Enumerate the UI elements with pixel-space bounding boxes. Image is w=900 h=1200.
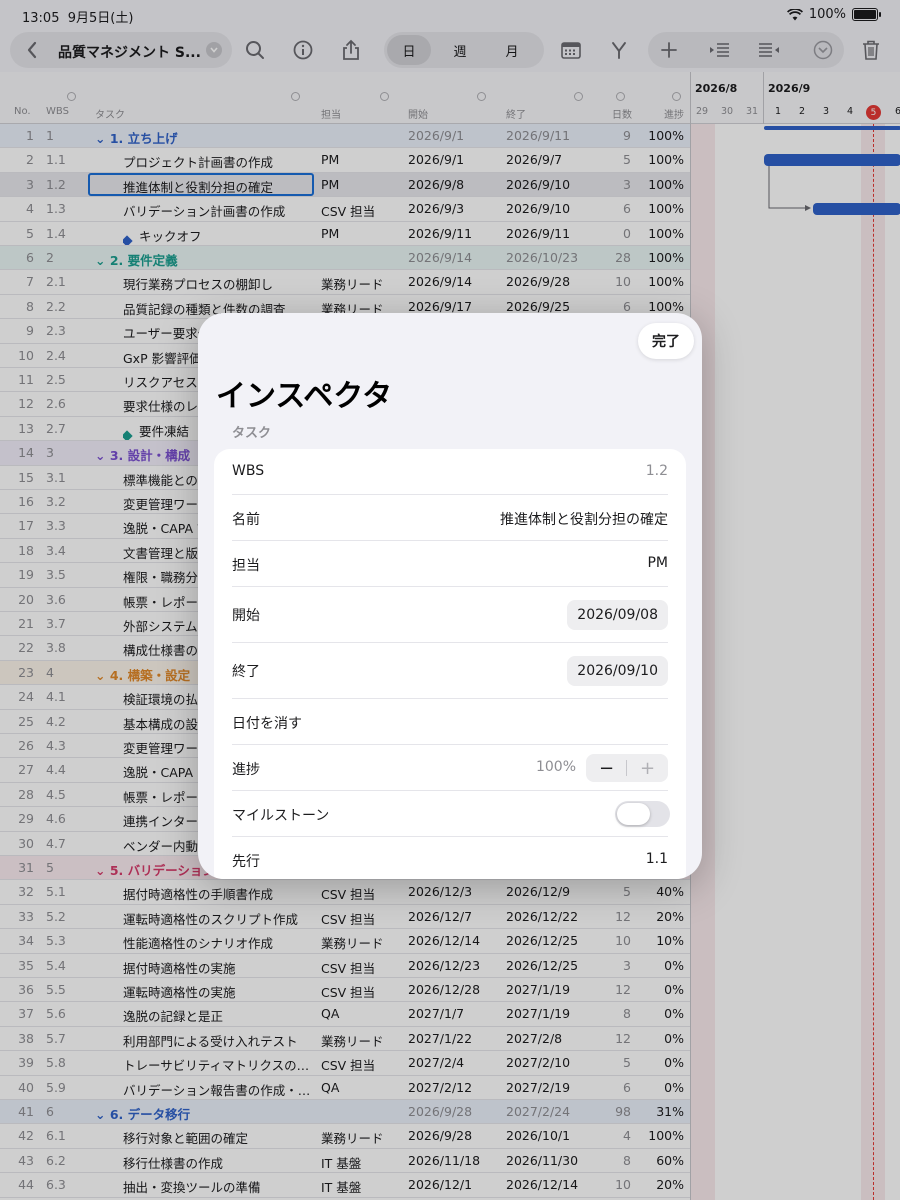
task-form: WBS 1.2 名前 推進体制と役割分担の確定 担当 PM 開始 2026/09…	[214, 449, 686, 879]
name-row: 名前 推進体制と役割分担の確定	[232, 495, 668, 541]
wbs-label: WBS	[232, 463, 265, 479]
wbs-value: 1.2	[645, 463, 668, 479]
start-label: 開始	[232, 608, 260, 624]
progress-label: 進捗	[232, 762, 260, 778]
increment-button[interactable]: +	[627, 754, 668, 782]
inspector-popover: 完了 インスペクタ タスク WBS 1.2 名前 推進体制と役割分担の確定 担当…	[198, 313, 702, 879]
start-date-picker[interactable]: 2026/09/08	[567, 600, 668, 630]
inspector-title: インスペクタ	[216, 379, 393, 414]
assignee-label: 担当	[232, 558, 260, 574]
name-field[interactable]: 推進体制と役割分担の確定	[500, 509, 668, 529]
milestone-toggle[interactable]	[615, 801, 670, 827]
end-label: 終了	[232, 664, 260, 680]
section-label: タスク	[232, 426, 272, 441]
predecessor-row: 先行 1.1	[232, 837, 668, 879]
end-row: 終了 2026/09/10	[232, 643, 668, 699]
name-label: 名前	[232, 512, 260, 528]
predecessor-label: 先行	[232, 854, 260, 870]
milestone-label: マイルストーン	[232, 808, 330, 824]
wbs-row: WBS 1.2	[232, 449, 668, 495]
assignee-row: 担当 PM	[232, 541, 668, 587]
clear-dates-row: 日付を消す	[232, 699, 668, 745]
progress-stepper: − +	[586, 754, 668, 782]
clear-dates-button[interactable]: 日付を消す	[232, 713, 302, 733]
progress-row: 進捗 100% − +	[232, 745, 668, 791]
end-date-picker[interactable]: 2026/09/10	[567, 656, 668, 686]
decrement-button[interactable]: −	[586, 754, 627, 782]
start-row: 開始 2026/09/08	[232, 587, 668, 643]
milestone-row: マイルストーン	[232, 791, 670, 837]
progress-value: 100%	[535, 759, 576, 775]
assignee-field[interactable]: PM	[647, 555, 668, 571]
predecessor-value[interactable]: 1.1	[646, 851, 668, 867]
done-button[interactable]: 完了	[638, 323, 694, 359]
